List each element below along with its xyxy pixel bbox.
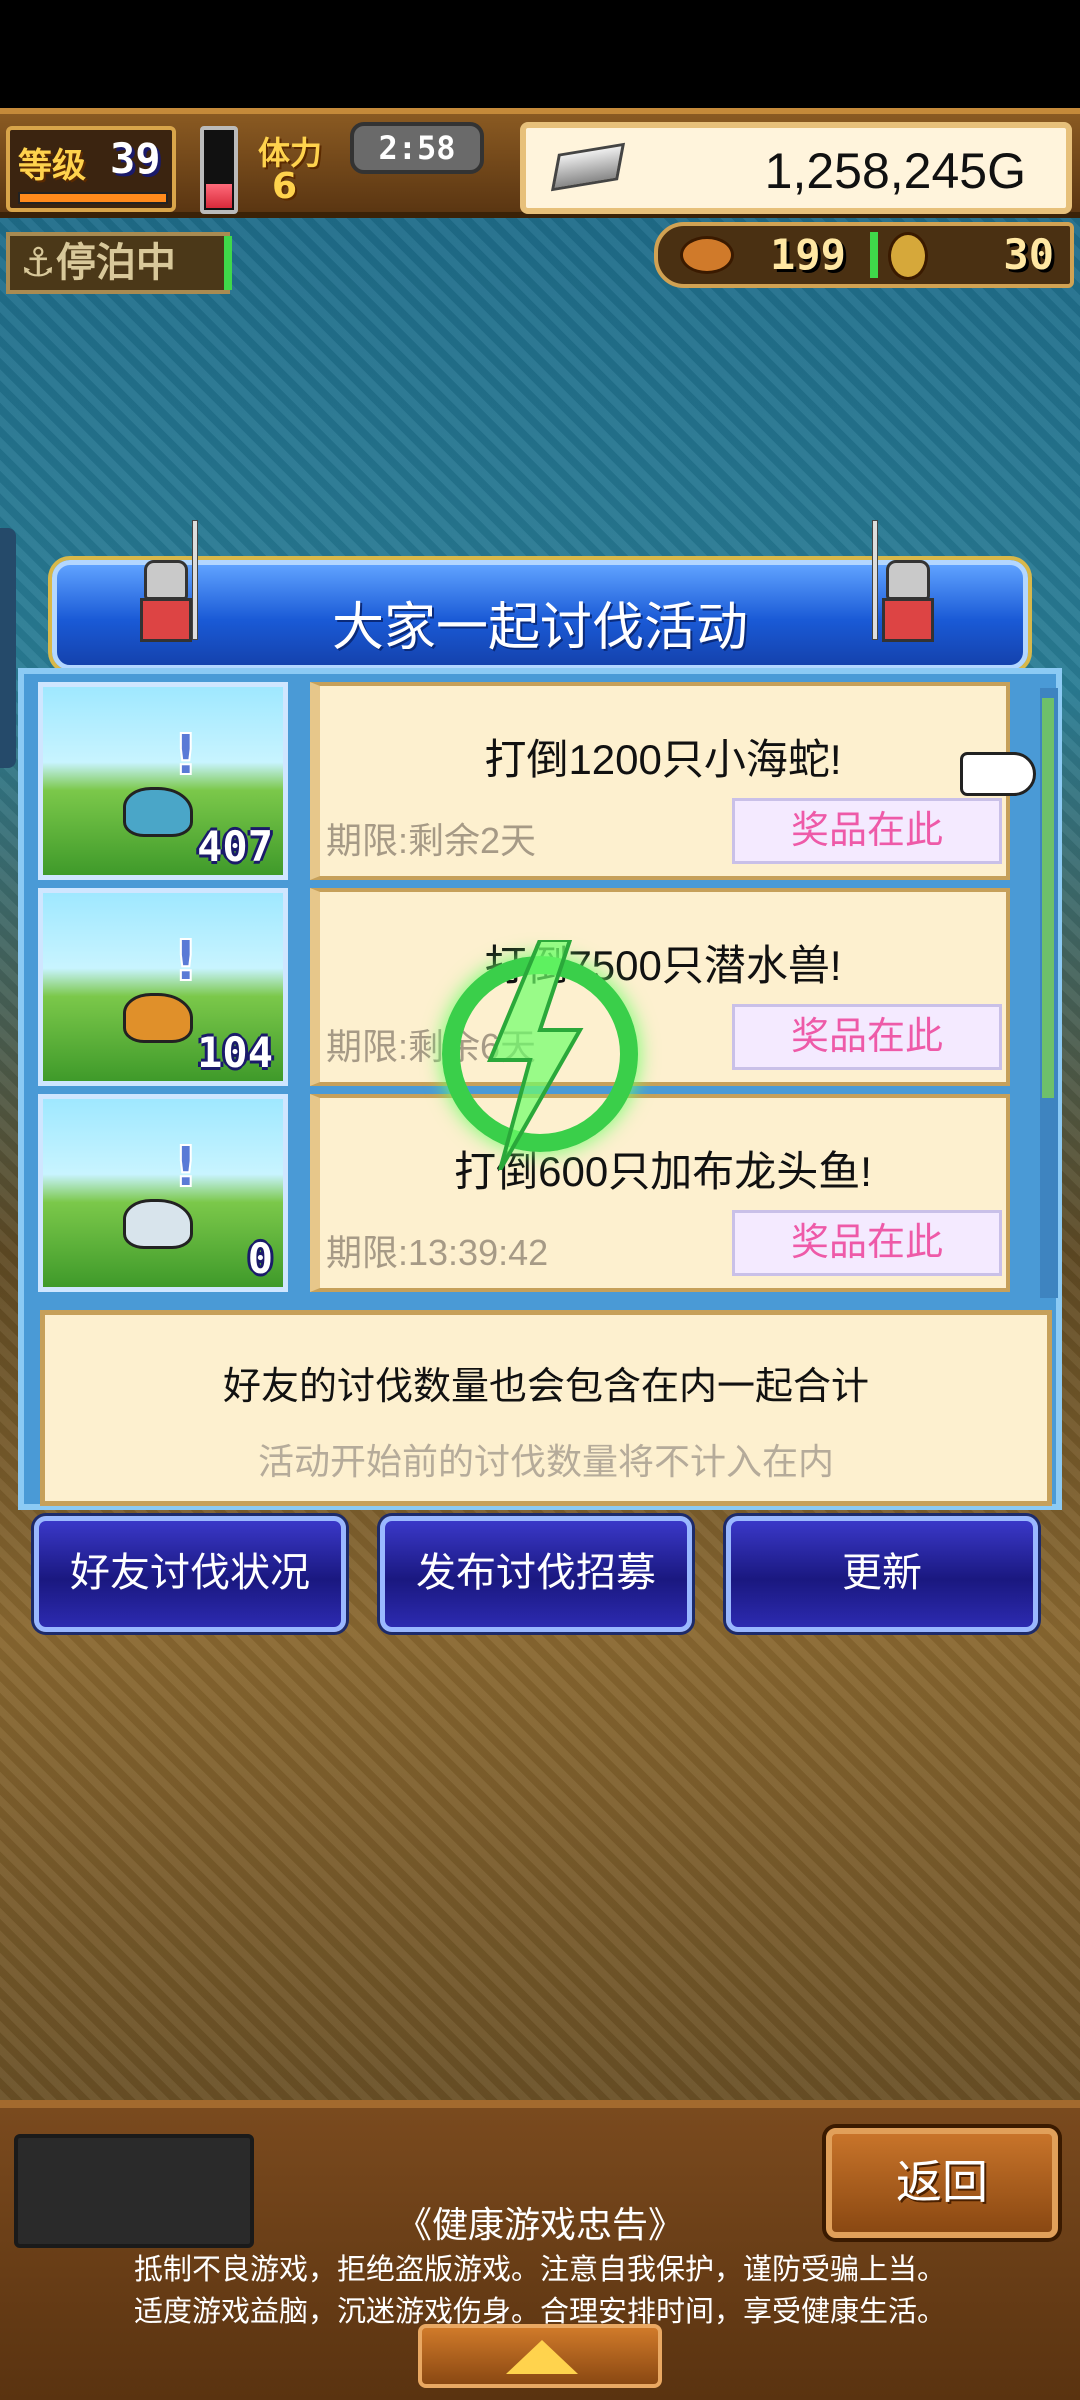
quest-scrollbar[interactable] [1040, 688, 1058, 1298]
quest-title: 打倒1200只小海蛇! [484, 736, 842, 783]
armored-knight-icon [862, 520, 952, 650]
stamina-timer: 2:58 [350, 122, 484, 174]
reward-button[interactable]: 奖品在此 [732, 1004, 1002, 1070]
info-main-text: 好友的讨伐数量也会包含在内一起合计 [222, 1366, 869, 1408]
stamina-value: 6 [272, 166, 298, 207]
quest-thumbnail: ! 104 [38, 888, 288, 1086]
info-sub-text: 活动开始前的讨伐数量将不计入在内 [257, 1441, 834, 1482]
friend-status-button[interactable]: 好友讨伐状况 [34, 1516, 346, 1632]
stamina-gauge [200, 126, 238, 214]
exclamation-icon: ! [172, 722, 200, 789]
silver-bar-icon [550, 142, 626, 192]
level-panel: 等级 39 [6, 126, 176, 212]
kill-count: 104 [197, 1028, 273, 1077]
diver-beast-icon [123, 993, 193, 1043]
level-value: 39 [110, 134, 161, 183]
reward-button[interactable]: 奖品在此 [732, 1210, 1002, 1276]
refresh-button[interactable]: 更新 [726, 1516, 1038, 1632]
anchor-icon: ⚓ [20, 240, 56, 286]
dragonfish-icon [123, 1199, 193, 1249]
quest-thumbnail: ! 0 [38, 1094, 288, 1292]
gold-panel: 1,258,245G [520, 122, 1072, 214]
info-box: 好友的讨伐数量也会包含在内一起合计 活动开始前的讨伐数量将不计入在内 [40, 1310, 1052, 1506]
quest-deadline: 期限:剩余2天 [326, 820, 537, 861]
top-status-bar: 等级 39 体力 6 2:58 1,258,245G [0, 108, 1080, 218]
gold-value: 1,258,245G [764, 143, 1026, 199]
level-label: 等级 [18, 146, 86, 186]
quest-card: 打倒1200只小海蛇! 期限:剩余2天 奖品在此 [310, 682, 1010, 880]
expand-menu-button[interactable] [418, 2324, 662, 2388]
quest-title: 打倒7500只潜水兽! [484, 942, 842, 989]
reward-button[interactable]: 奖品在此 [732, 798, 1002, 864]
meat-icon [680, 236, 734, 274]
bottom-bar: 返回 《健康游戏忠告》 抵制不良游戏，拒绝盗版游戏。注意自我保护，谨防受骗上当。… [0, 2100, 1080, 2400]
kill-count: 0 [247, 1234, 273, 1283]
sea-snake-icon [123, 787, 193, 837]
resource-divider [870, 232, 878, 278]
resource2-value: 30 [1003, 230, 1054, 279]
publish-recruit-button[interactable]: 发布讨伐招募 [380, 1516, 692, 1632]
quest-deadline: 期限:13:39:42 [326, 1232, 549, 1273]
up-arrow-icon [506, 2340, 578, 2374]
quest-card: 打倒7500只潜水兽! 期限:剩余6天 奖品在此 [310, 888, 1010, 1086]
resource1-value: 199 [770, 230, 846, 279]
exclamation-icon: ! [172, 928, 200, 995]
quest-card: 打倒600只加布龙头鱼! 期限:13:39:42 奖品在此 [310, 1094, 1010, 1292]
health-advice-line1: 抵制不良游戏，拒绝盗版游戏。注意自我保护，谨防受骗上当。 [133, 2254, 946, 2286]
side-tab[interactable] [0, 528, 16, 768]
viking-knight-icon [120, 520, 210, 650]
dock-indicator [224, 236, 232, 290]
quest-thumbnail: ! 407 [38, 682, 288, 880]
dock-status-text: 停泊中 [55, 240, 176, 286]
lightning-icon [487, 940, 584, 1170]
exp-bar [18, 192, 168, 204]
coin-icon [888, 232, 928, 280]
dock-status-badge: ⚓停泊中 [6, 232, 230, 294]
exclamation-icon: ! [172, 1134, 200, 1201]
health-advice-title: 《健康游戏忠告》 [395, 2204, 684, 2245]
kill-count: 407 [197, 822, 273, 871]
quest-row: ! 407 打倒1200只小海蛇! 期限:剩余2天 奖品在此 [38, 682, 1038, 880]
resource-panel: 199 30 [654, 222, 1074, 288]
quest-title: 打倒600只加布龙头鱼! [454, 1148, 872, 1195]
scrollbar-thumb[interactable] [1042, 698, 1054, 1098]
pointing-hand-icon [960, 752, 1036, 796]
